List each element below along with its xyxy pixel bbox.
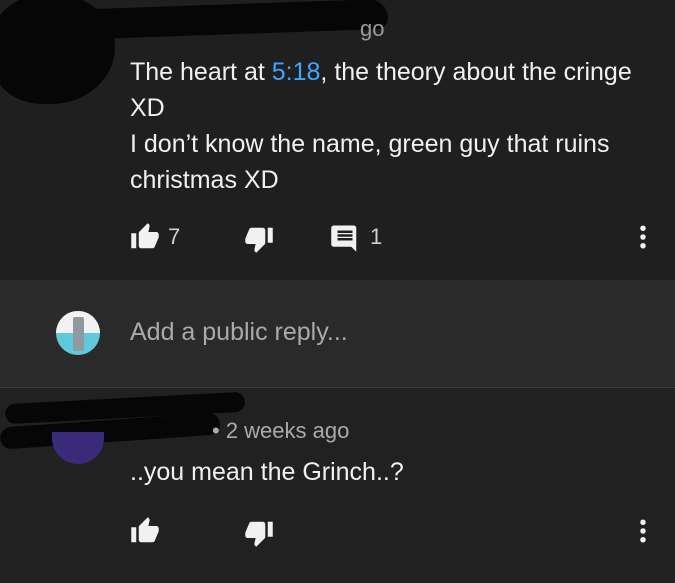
reply-count: 1 <box>370 224 383 249</box>
comment-icon[interactable] <box>330 223 360 253</box>
more-vertical-icon[interactable] <box>628 516 658 546</box>
comment-text: The heart at 5:18, the theory about the … <box>130 54 650 198</box>
thumbs-up-icon[interactable] <box>130 516 160 546</box>
avatar <box>56 311 100 355</box>
timestamp-link[interactable]: 5:18 <box>272 58 321 86</box>
thumbs-down-icon[interactable] <box>244 518 274 548</box>
like-count: 7 <box>168 224 181 249</box>
comment-actions: 7 1 <box>0 218 675 258</box>
more-vertical-icon[interactable] <box>628 222 658 252</box>
thumbs-up-icon[interactable] <box>130 222 160 252</box>
reply-text: ..you mean the Grinch..? <box>130 458 404 486</box>
reply-actions <box>0 512 675 552</box>
reply-input[interactable]: Add a public reply... <box>130 318 348 347</box>
comment-meta: go <box>360 16 385 41</box>
thumbs-down-icon[interactable] <box>244 224 274 254</box>
reply-meta: • 2 weeks ago <box>212 418 350 443</box>
comment-text-start: The heart at <box>130 58 272 86</box>
